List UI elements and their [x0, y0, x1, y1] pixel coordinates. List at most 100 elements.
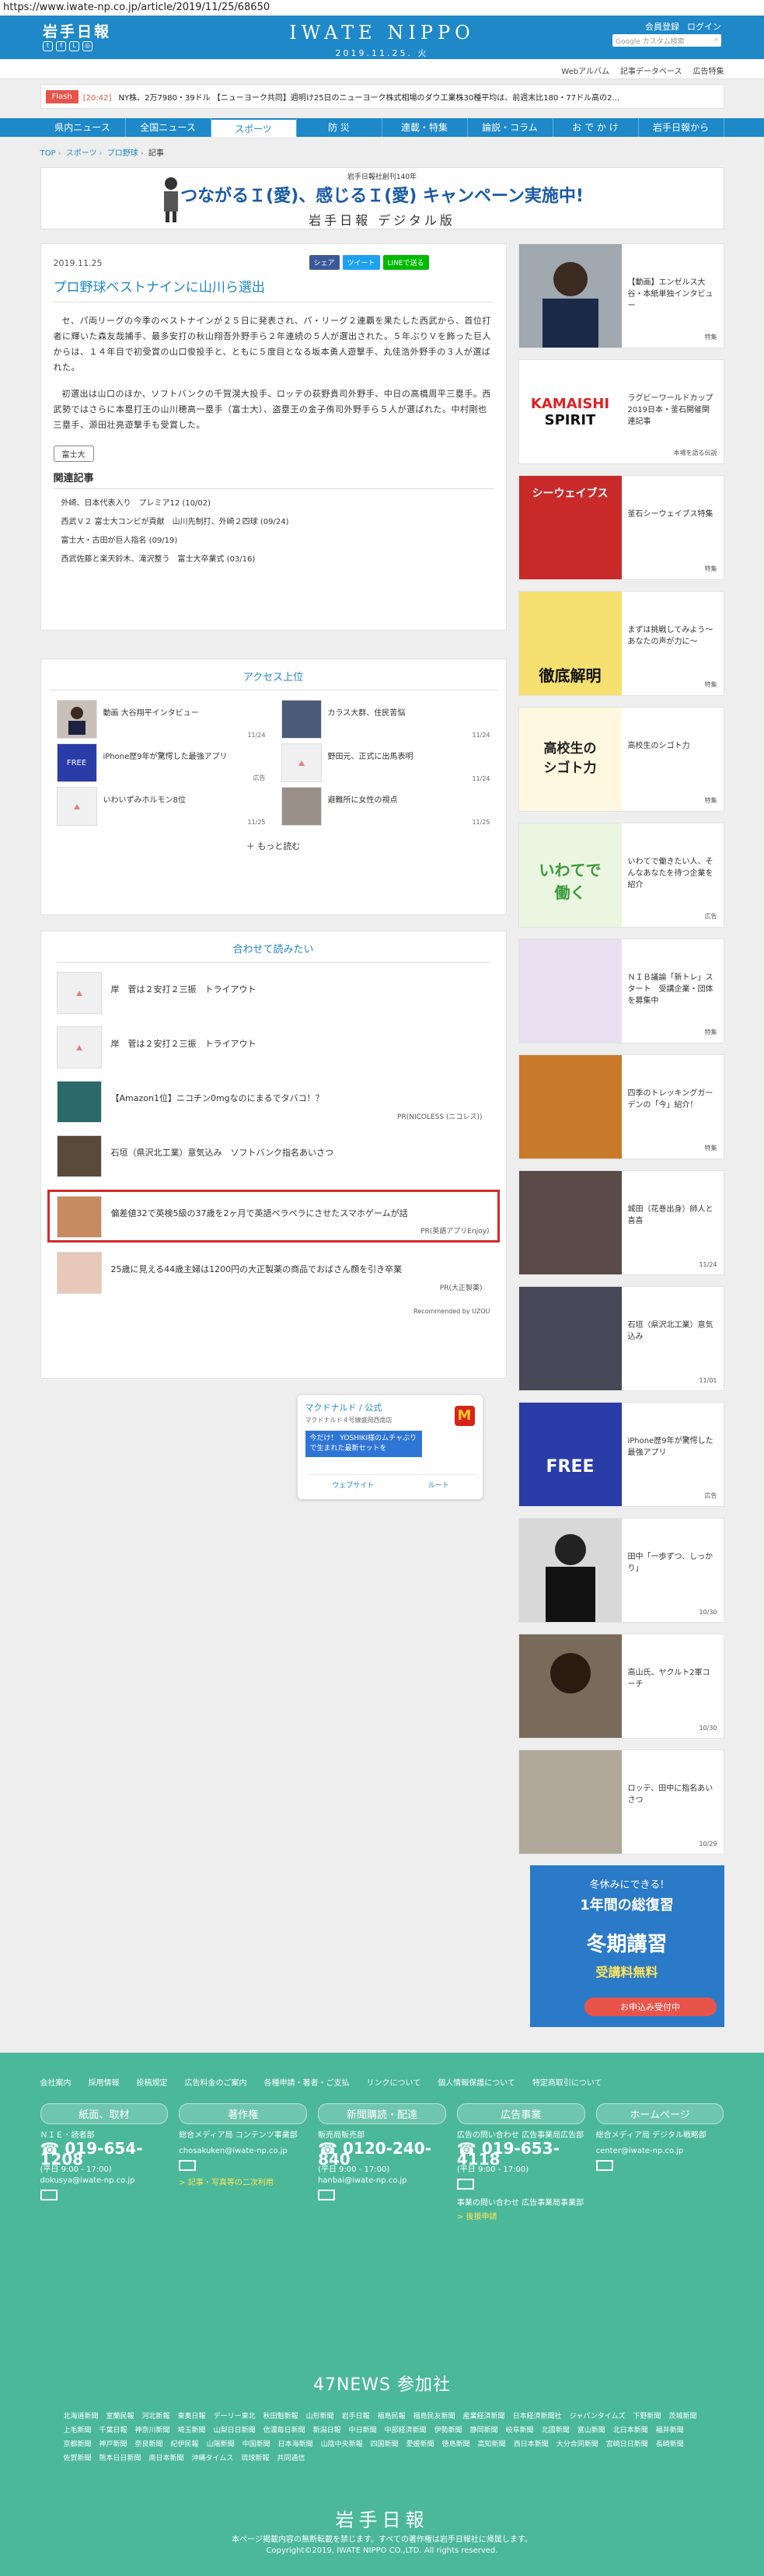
member-paper-link[interactable]: 徳島新聞: [442, 2438, 470, 2452]
footer-link[interactable]: 各種申請・著者・ご支払: [264, 2076, 350, 2088]
member-paper-link[interactable]: 東奥日報: [178, 2410, 206, 2424]
footer-extra-link[interactable]: > 記事・写真等の二次利用: [179, 2178, 307, 2189]
phone-number[interactable]: ☎ 019-653-4118: [457, 2141, 585, 2167]
campaign-banner[interactable]: 岩手日報社創刊140年 つながるＩ(愛)、感じるＩ(愛) キャンペーン実施中! …: [40, 167, 724, 229]
tweet-button[interactable]: ツイート: [342, 255, 380, 270]
mail-icon[interactable]: [318, 2190, 336, 2200]
login-link[interactable]: ログイン: [687, 20, 721, 33]
sidebar-card[interactable]: シーウェイブス 釜石シーウェイブス特集 特集: [518, 475, 724, 580]
phone-number[interactable]: ☎ 0120-240-840: [318, 2141, 446, 2167]
ranking-item[interactable]: いわいずみホルモン8位 11/25: [49, 787, 274, 830]
footer-extra-link[interactable]: > 後援申請: [457, 2212, 585, 2223]
apply-button[interactable]: お申込み受付中: [584, 1998, 717, 2016]
subnav-adfeature[interactable]: 広告特集: [693, 65, 724, 76]
winter-course-ad[interactable]: 冬休みにできる! 1年間の総復習 冬期講習 受講料無料 お申込み受付中: [529, 1865, 724, 2027]
member-paper-link[interactable]: 四国新聞: [371, 2438, 399, 2452]
flash-news-ticker[interactable]: Flash [20:42] NY株、2万7980・39ドル 【ニューヨーク共同】…: [40, 84, 724, 109]
nav-outings[interactable]: お で か け: [553, 118, 639, 137]
footer-link[interactable]: 投稿規定: [137, 2076, 168, 2088]
sidebar-card[interactable]: 高山氏、ヤクルト2軍コーチ 10/30: [518, 1634, 724, 1739]
member-paper-link[interactable]: ジャパンタイムズ: [570, 2410, 626, 2424]
mail-icon[interactable]: [456, 2179, 474, 2190]
member-paper-link[interactable]: 佐賀新聞: [64, 2452, 92, 2466]
recommended-item[interactable]: 石垣（県沢北工業）意気込み ソフトバンク指名あいさつ: [56, 1135, 490, 1180]
recommended-item[interactable]: 岸 菅は２安打２三振 トライアウト: [56, 972, 490, 1017]
member-paper-link[interactable]: 秋田魁新報: [263, 2410, 298, 2424]
ranking-item[interactable]: 動画 大谷翔平インタビュー 11/24: [49, 700, 274, 743]
member-paper-link[interactable]: 茨城新聞: [669, 2410, 697, 2424]
footer-link[interactable]: リンクについて: [367, 2076, 421, 2088]
sidebar-card[interactable]: 徹底解明 まずは挑戦してみよう～あなたの声が力に～ 特集: [518, 591, 724, 696]
read-more-button[interactable]: ＋ もっと読む: [49, 840, 498, 852]
recommended-item[interactable]: 【Amazon1位】ニコチン0mgなのにまるでタバコ！？ PR(NICOLESS…: [56, 1081, 490, 1126]
member-paper-link[interactable]: 南日本新聞: [149, 2452, 184, 2466]
facebook-share-button[interactable]: シェア: [309, 255, 340, 270]
member-paper-link[interactable]: 神戸新聞: [99, 2438, 127, 2452]
mail-icon[interactable]: [40, 2190, 58, 2200]
member-paper-link[interactable]: 岩手日報: [342, 2410, 370, 2424]
related-item[interactable]: 西武Ｖ２ 富士大コンビが貢献 山川先制打、外崎２四球 (09/24): [54, 515, 494, 526]
member-paper-link[interactable]: 河北新報: [142, 2410, 170, 2424]
member-paper-link[interactable]: 伊勢新聞: [434, 2424, 462, 2438]
member-paper-link[interactable]: 沖縄タイムス: [192, 2452, 234, 2466]
member-paper-link[interactable]: 中日新聞: [349, 2424, 377, 2438]
footer-mail[interactable]: center@iwate-np.co.jp: [596, 2146, 724, 2157]
member-paper-link[interactable]: 紀伊民報: [171, 2438, 199, 2452]
sidebar-card[interactable]: FREE iPhone歴9年が驚愕した最強アプリ 広告: [518, 1402, 724, 1507]
ranking-item[interactable]: カラス大群、住民苦悩 11/24: [274, 700, 498, 743]
mail-icon[interactable]: [179, 2160, 197, 2171]
member-paper-link[interactable]: 山形新聞: [306, 2410, 334, 2424]
ranking-item[interactable]: FREE iPhone歴9年が驚愕した最強アプリ 広告: [49, 743, 274, 787]
ranking-item[interactable]: 野田元、正式に出馬表明 11/24: [274, 743, 498, 787]
member-paper-link[interactable]: 下野新聞: [633, 2410, 661, 2424]
nav-from-nippo[interactable]: 岩手日報から: [639, 118, 724, 137]
member-paper-link[interactable]: 西日本新聞: [514, 2438, 549, 2452]
member-paper-link[interactable]: 岐阜新聞: [506, 2424, 534, 2438]
member-paper-link[interactable]: 福島民報: [378, 2410, 406, 2424]
member-paper-link[interactable]: 奈良新聞: [135, 2438, 163, 2452]
search-icon[interactable]: ⌕: [714, 36, 718, 45]
member-paper-link[interactable]: 愛媛新聞: [406, 2438, 434, 2452]
member-paper-link[interactable]: 福井新聞: [656, 2424, 684, 2438]
recommended-by[interactable]: Recommended by UZOU: [57, 1308, 490, 1315]
sidebar-card[interactable]: KAMAISHI SPIRIT ラグビーワールドカップ2019日本・釜石開催関連記事…: [518, 359, 724, 464]
member-paper-link[interactable]: 北海道新聞: [64, 2410, 99, 2424]
member-paper-link[interactable]: 山梨日日新聞: [214, 2424, 256, 2438]
sidebar-card[interactable]: ＮＩＢ議論「新トレ」スタート 受講企業・団体を募集中 特集: [518, 938, 724, 1043]
footer-mail[interactable]: chosakuken@iwate-np.co.jp: [179, 2146, 307, 2157]
member-paper-link[interactable]: 静岡新聞: [470, 2424, 498, 2438]
member-paper-link[interactable]: 中部経済新聞: [385, 2424, 427, 2438]
member-paper-link[interactable]: 日本経済新聞社: [513, 2410, 562, 2424]
flash-text[interactable]: NY株、2万7980・39ドル 【ニューヨーク共同】週明け25日のニューヨーク株…: [119, 94, 619, 103]
member-paper-link[interactable]: 大分合同新聞: [556, 2438, 598, 2452]
member-paper-link[interactable]: 埼玉新聞: [178, 2424, 206, 2438]
footer-link[interactable]: 個人情報保護について: [438, 2076, 515, 2088]
member-paper-link[interactable]: 山陽新聞: [207, 2438, 235, 2452]
footer-mail[interactable]: hanbai@iwate-np.co.jp: [318, 2176, 446, 2186]
sidebar-card[interactable]: 田中「一歩ずつ、しっかり」 10/30: [518, 1518, 724, 1623]
member-paper-link[interactable]: 山陰中央新報: [321, 2438, 363, 2452]
member-paper-link[interactable]: 長崎新聞: [656, 2438, 684, 2452]
member-paper-link[interactable]: 新潟日報: [313, 2424, 341, 2438]
mcdonalds-ad[interactable]: マクドナルド / 公式 マクドナルド４号線盛岡西南店 M 今だけ！ YOSHIK…: [296, 1394, 483, 1500]
member-paper-link[interactable]: 日本海新聞: [278, 2438, 313, 2452]
article-tag[interactable]: 富士大: [53, 446, 94, 462]
breadcrumb-baseball[interactable]: プロ野球: [107, 149, 138, 158]
member-paper-link[interactable]: 神奈川新聞: [135, 2424, 170, 2438]
member-paper-link[interactable]: 産業経済新聞: [463, 2410, 505, 2424]
member-paper-link[interactable]: 高知新聞: [478, 2438, 506, 2452]
nav-editorial[interactable]: 論説・コラム: [468, 118, 553, 137]
member-paper-link[interactable]: 富山新聞: [577, 2424, 605, 2438]
footer-mail[interactable]: dokusya@iwate-np.co.jp: [40, 2176, 169, 2186]
member-paper-link[interactable]: デーリー東北: [214, 2410, 256, 2424]
sidebar-card[interactable]: 城田（花巻出身）師人と喜喜 11/24: [518, 1170, 724, 1275]
url-bar[interactable]: https://www.iwate-np.co.jp/article/2019/…: [0, 0, 764, 16]
member-paper-link[interactable]: 福島民友新聞: [413, 2410, 455, 2424]
member-paper-link[interactable]: 宮崎日日新聞: [606, 2438, 648, 2452]
footer-link[interactable]: 広告料金のご案内: [185, 2076, 247, 2088]
line-share-button[interactable]: LINEで送る: [382, 255, 429, 270]
mcd-route-button[interactable]: ルート: [428, 1480, 449, 1490]
footer-link[interactable]: 会社案内: [40, 2076, 72, 2088]
subnav-database[interactable]: 記事データベース: [620, 65, 682, 76]
subnav-webalbum[interactable]: Webアルバム: [561, 65, 609, 76]
